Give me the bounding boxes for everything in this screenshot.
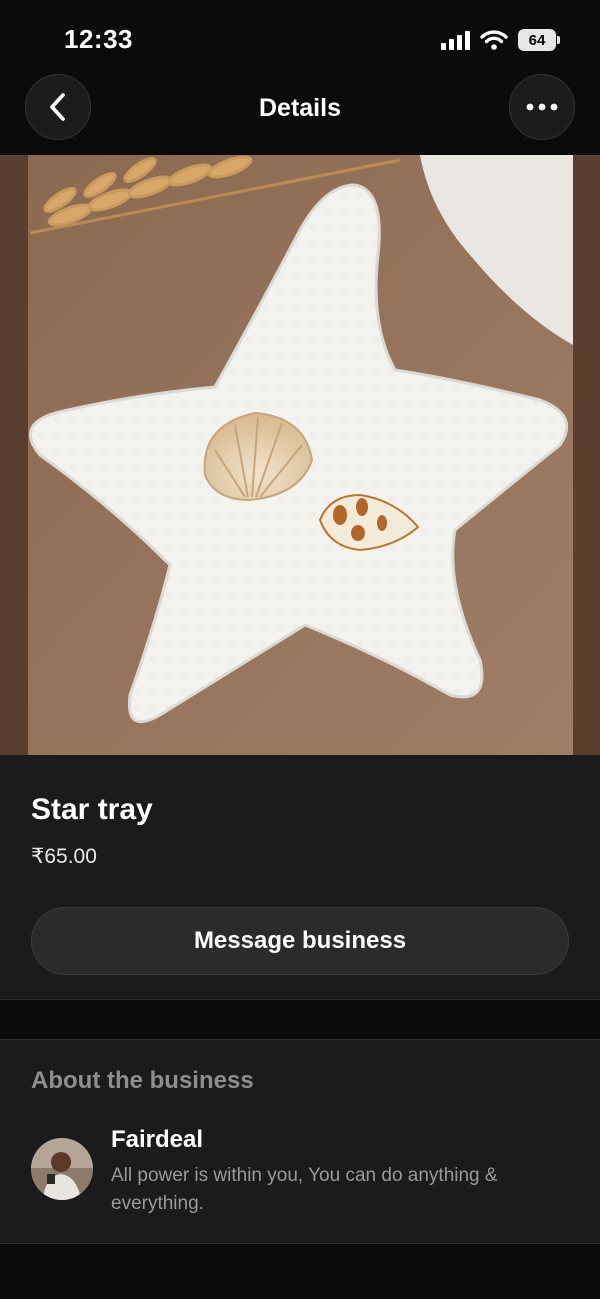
status-time: 12:33 (64, 24, 133, 54)
battery-level: 64 (518, 29, 556, 51)
about-heading: About the business (31, 1067, 254, 1094)
avatar-photo (31, 1138, 93, 1200)
status-bar: 12:33 64 (0, 0, 600, 78)
message-business-button[interactable]: Message business (31, 907, 569, 975)
product-price: ₹65.00 (31, 845, 97, 868)
product-info-card: Star tray ₹65.00 Message business (0, 755, 600, 1000)
product-details-screen: 12:33 64 Details Star tray ₹65.00 Messag… (0, 0, 600, 1299)
signal-icon (441, 30, 470, 50)
product-name: Star tray (31, 793, 153, 826)
status-icons: 64 (441, 26, 560, 54)
avatar[interactable] (31, 1138, 93, 1200)
about-business-section: About the business Fairdeal All power is… (0, 1039, 600, 1244)
business-description: All power is within you, You can do anyt… (111, 1165, 498, 1214)
ellipsis-icon (526, 103, 558, 111)
product-image[interactable] (0, 155, 600, 755)
business-name[interactable]: Fairdeal (111, 1126, 203, 1154)
battery-icon: 64 (518, 29, 560, 51)
product-photo (0, 155, 600, 755)
wifi-icon (480, 30, 508, 50)
more-options-button[interactable] (509, 74, 575, 140)
nav-bar: Details (0, 74, 600, 154)
